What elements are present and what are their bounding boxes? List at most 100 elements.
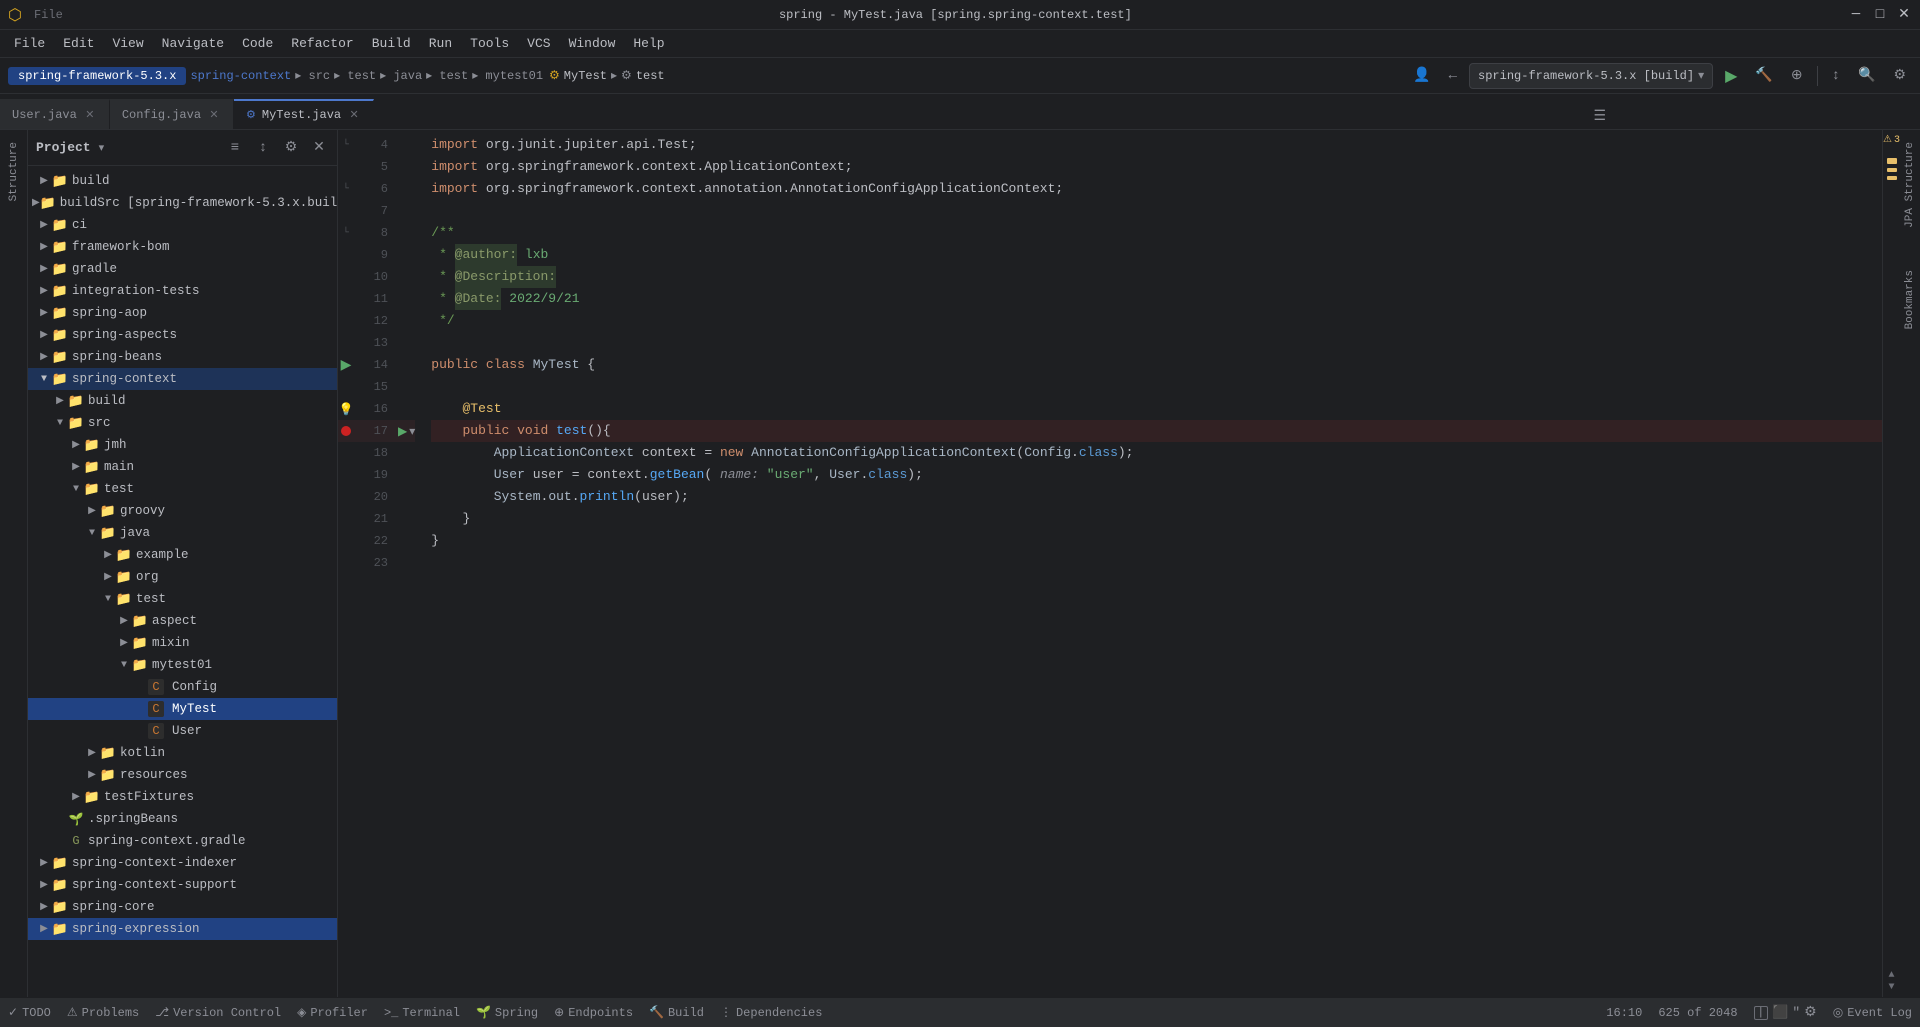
tree-item-kotlin[interactable]: ▶ 📁 kotlin [28, 742, 337, 764]
tab-mytest-java[interactable]: ⚙ MyTest.java ✕ [234, 99, 374, 129]
tree-item-mytest[interactable]: ▶ C MyTest [28, 698, 337, 720]
coverage-button[interactable]: ⊕ [1785, 63, 1809, 89]
menu-vcs[interactable]: VCS [519, 34, 558, 53]
tab-config-java[interactable]: Config.java ✕ [110, 99, 234, 129]
back-button[interactable]: ← [1443, 63, 1463, 89]
status-version-control[interactable]: ⎇ Version Control [155, 1005, 281, 1020]
vcs-button[interactable]: ↕ [1826, 63, 1846, 89]
maximize-button[interactable]: □ [1872, 7, 1888, 23]
tree-item-spring-core[interactable]: ▶ 📁 spring-core [28, 896, 337, 918]
tree-arrow-main[interactable]: ▶ [68, 459, 84, 475]
tab-config-java-close[interactable]: ✕ [207, 108, 221, 122]
tree-arrow-mixin[interactable]: ▶ [116, 635, 132, 651]
status-spring[interactable]: 🌱 Spring [476, 1005, 538, 1020]
panel-collapse-all[interactable]: ≡ [225, 138, 245, 158]
status-terminal[interactable]: >_ Terminal [384, 1006, 460, 1020]
breakpoint-17[interactable] [341, 426, 351, 436]
search-button[interactable]: 🔍 [1852, 63, 1881, 89]
run-button[interactable]: ▶ [1719, 63, 1743, 89]
tree-arrow-test-folder[interactable]: ▼ [68, 481, 84, 497]
panel-sort[interactable]: ↕ [253, 138, 273, 158]
tree-arrow-spring-beans[interactable]: ▶ [36, 349, 52, 365]
tree-item-spring-aop[interactable]: ▶ 📁 spring-aop [28, 302, 337, 324]
tree-item-springbeans[interactable]: ▶ 🌱 .springBeans [28, 808, 337, 830]
tree-item-integration-tests[interactable]: ▶ 📁 integration-tests [28, 280, 337, 302]
tree-arrow-kotlin[interactable]: ▶ [84, 745, 100, 761]
status-todo[interactable]: ✓ TODO [8, 1005, 51, 1020]
tree-arrow-src[interactable]: ▼ [52, 415, 68, 431]
menu-run[interactable]: Run [421, 34, 460, 53]
menu-build[interactable]: Build [364, 34, 419, 53]
settings-button[interactable]: ⚙ [1887, 63, 1912, 89]
status-column[interactable]: 625 of 2048 [1658, 1006, 1737, 1020]
run-button-14[interactable]: ▶ [341, 357, 352, 374]
tree-arrow-test-inner[interactable]: ▼ [100, 591, 116, 607]
lightbulb-16[interactable]: 💡 [338, 402, 354, 417]
project-dropdown-arrow[interactable]: ▾ [99, 141, 105, 155]
bookmarks-label[interactable]: Bookmarks [1902, 266, 1918, 333]
tree-arrow-gradle[interactable]: ▶ [36, 261, 52, 277]
tree-arrow-aspect[interactable]: ▶ [116, 613, 132, 629]
tree-item-context-indexer[interactable]: ▶ 📁 spring-context-indexer [28, 852, 337, 874]
tree-item-main[interactable]: ▶ 📁 main [28, 456, 337, 478]
tree-item-jmh[interactable]: ▶ 📁 jmh [28, 434, 337, 456]
tree-arrow-buildsrc[interactable]: ▶ [32, 195, 40, 211]
lightbulb-icon-16[interactable]: 💡 [339, 402, 354, 417]
tree-arrow-java-folder[interactable]: ▼ [84, 525, 100, 541]
tree-item-context-build[interactable]: ▶ 📁 build [28, 390, 337, 412]
tree-item-spring-expression[interactable]: ▶ 📁 spring-expression [28, 918, 337, 940]
profile-button[interactable]: 👤 [1407, 63, 1436, 89]
tree-arrow-org[interactable]: ▶ [100, 569, 116, 585]
close-button[interactable]: ✕ [1896, 7, 1912, 23]
tree-arrow-framework-bom[interactable]: ▶ [36, 239, 52, 255]
minimize-button[interactable]: ─ [1848, 7, 1864, 23]
fold-arrow-4[interactable]: └ [343, 140, 349, 151]
tree-arrow-context-build[interactable]: ▶ [52, 393, 68, 409]
tree-arrow-spring-aspects[interactable]: ▶ [36, 327, 52, 343]
fold-arrow-8[interactable]: └ [343, 228, 349, 239]
tree-item-resources[interactable]: ▶ 📁 resources [28, 764, 337, 786]
tree-arrow-example[interactable]: ▶ [100, 547, 116, 563]
project-tab-context[interactable]: spring-context [190, 69, 291, 83]
tab-mytest-java-close[interactable]: ✕ [347, 108, 361, 122]
tree-arrow-spring-core[interactable]: ▶ [36, 899, 52, 915]
tree-arrow-jmh[interactable]: ▶ [68, 437, 84, 453]
panel-close[interactable]: ✕ [309, 138, 329, 158]
build-selector[interactable]: spring-framework-5.3.x [build] ▾ [1469, 63, 1713, 89]
build-button[interactable]: 🔨 [1749, 63, 1778, 89]
tree-item-user[interactable]: ▶ C User [28, 720, 337, 742]
tree-item-java-folder[interactable]: ▼ 📁 java [28, 522, 337, 544]
run-icon-17[interactable]: ▶ [398, 424, 407, 439]
menu-file[interactable]: File [6, 34, 53, 53]
tree-item-config[interactable]: ▶ C Config [28, 676, 337, 698]
tree-item-mixin[interactable]: ▶ 📁 mixin [28, 632, 337, 654]
jpa-structure-label[interactable]: JPA Structure [1902, 138, 1918, 232]
tree-item-spring-beans[interactable]: ▶ 📁 spring-beans [28, 346, 337, 368]
tree-arrow-spring-context[interactable]: ▼ [36, 371, 52, 387]
tree-arrow-spring-aop[interactable]: ▶ [36, 305, 52, 321]
tree-item-spring-aspects[interactable]: ▶ 📁 spring-aspects [28, 324, 337, 346]
tree-item-groovy[interactable]: ▶ 📁 groovy [28, 500, 337, 522]
project-tree[interactable]: ▶ 📁 build ▶ 📁 buildSrc [spring-framework… [28, 166, 337, 997]
tree-item-testfixtures[interactable]: ▶ 📁 testFixtures [28, 786, 337, 808]
menu-edit[interactable]: Edit [55, 34, 102, 53]
tree-arrow-spring-expression[interactable]: ▶ [36, 921, 52, 937]
project-tab-spring[interactable]: spring-framework-5.3.x [8, 67, 186, 85]
tree-arrow-context-support[interactable]: ▶ [36, 877, 52, 893]
tree-item-org[interactable]: ▶ 📁 org [28, 566, 337, 588]
menu-navigate[interactable]: Navigate [154, 34, 232, 53]
tree-item-test-folder[interactable]: ▼ 📁 test [28, 478, 337, 500]
tree-arrow-resources[interactable]: ▶ [84, 767, 100, 783]
recent-files-button[interactable]: ☰ [1587, 103, 1612, 129]
tree-item-context-support[interactable]: ▶ 📁 spring-context-support [28, 874, 337, 896]
status-dependencies[interactable]: ⋮ Dependencies [720, 1005, 822, 1020]
settings-gear[interactable]: ⚙ [1804, 1004, 1817, 1021]
status-event-log[interactable]: ◎ Event Log [1833, 1005, 1912, 1020]
menu-code[interactable]: Code [234, 34, 281, 53]
tree-item-ci[interactable]: ▶ 📁 ci [28, 214, 337, 236]
status-problems[interactable]: ⚠ Problems [67, 1005, 139, 1020]
code-content[interactable]: import org.junit.jupiter.api.Test; impor… [415, 130, 1882, 997]
tree-item-example[interactable]: ▶ 📁 example [28, 544, 337, 566]
status-endpoints[interactable]: ⊕ Endpoints [554, 1005, 633, 1020]
tree-item-framework-bom[interactable]: ▶ 📁 framework-bom [28, 236, 337, 258]
